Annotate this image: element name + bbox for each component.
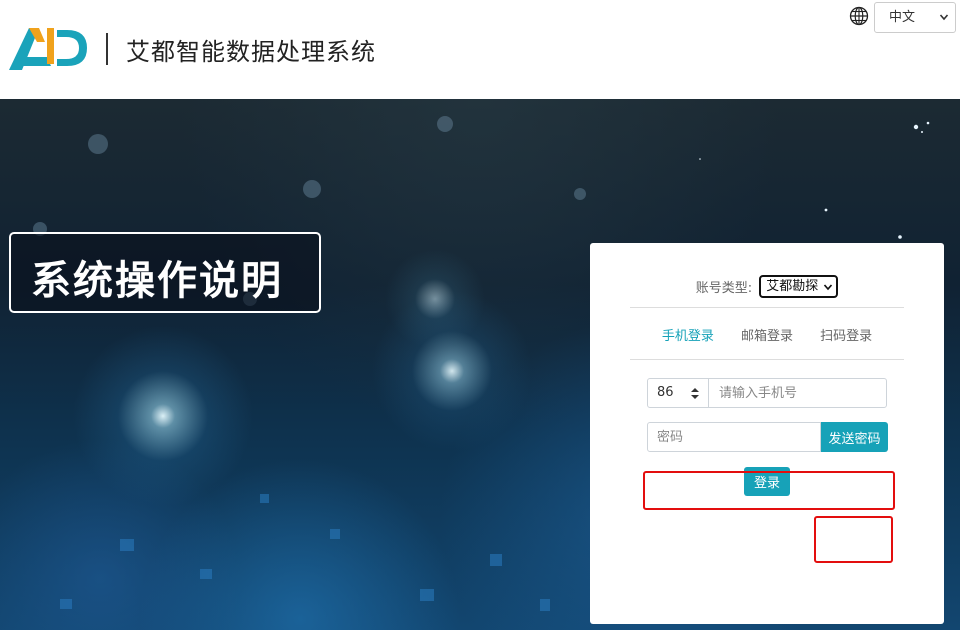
banner-title: 系统操作说明 — [31, 258, 283, 304]
divider — [630, 359, 904, 360]
login-button[interactable]: 登录 — [744, 467, 790, 496]
login-tabs: 手机登录 邮箱登录 扫码登录 — [590, 325, 944, 344]
account-type-select[interactable]: 艾都勘探 — [759, 275, 839, 298]
app-title: 艾都智能数据处理系统 — [126, 38, 376, 66]
phone-input[interactable] — [710, 379, 886, 407]
account-type-value: 艾都勘探 — [766, 279, 819, 294]
banner: 系统操作说明 — [9, 232, 321, 313]
divider — [630, 307, 904, 308]
password-input[interactable] — [647, 422, 821, 452]
chevron-down-icon — [939, 14, 949, 21]
language-selected: 中文 — [889, 10, 916, 25]
country-code-select[interactable]: 86 — [648, 379, 709, 407]
phone-input-group: 86 — [647, 378, 887, 408]
language-select[interactable]: 中文 — [874, 2, 956, 33]
send-password-button[interactable]: 发送密码 — [821, 422, 888, 452]
logo — [9, 28, 87, 70]
globe-icon — [849, 6, 869, 26]
tab-qr-login[interactable]: 扫码登录 — [820, 325, 872, 344]
logo-divider — [106, 33, 108, 65]
header: 艾都智能数据处理系统 中文 — [0, 0, 960, 99]
tab-phone-login[interactable]: 手机登录 — [662, 325, 714, 344]
sort-arrows-icon — [691, 388, 699, 399]
chevron-down-icon — [824, 284, 833, 291]
tab-email-login[interactable]: 邮箱登录 — [741, 325, 793, 344]
login-card: 账号类型: 艾都勘探 手机登录 邮箱登录 扫码登录 86 发送密码 登录 — [590, 243, 944, 624]
country-code-value: 86 — [657, 385, 674, 400]
account-type-row: 账号类型: 艾都勘探 — [590, 275, 944, 298]
account-type-label: 账号类型: — [695, 281, 753, 296]
